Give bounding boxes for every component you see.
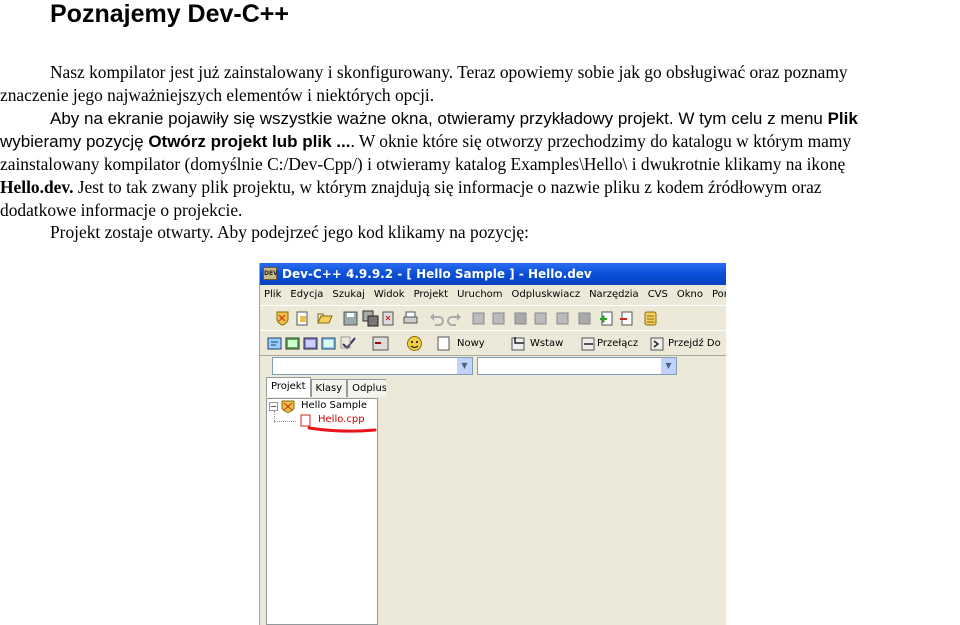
member-combobox[interactable]: ▼ [477,357,677,375]
rebuild-all-icon[interactable] [320,335,337,352]
red-underline-mark [307,426,377,433]
menu-widok[interactable]: Widok [374,285,405,305]
project-tabs: Projekt Klasy Odplus [266,377,393,397]
toolbar-secondary: Nowy Wstaw Przełącz Przejdź Do [260,330,726,356]
run-icon[interactable] [284,335,301,352]
tree-root-label[interactable]: Hello Sample [301,400,367,411]
new-doc-icon[interactable] [435,335,452,352]
editor-area [386,379,726,625]
new-file-icon[interactable] [294,310,311,327]
menu-okno[interactable]: Okno [677,285,703,305]
class-combobox[interactable]: ▼ [272,357,473,375]
paragraph-intro-line: znaczenie jego najważniejszych elementów… [0,85,435,105]
add-to-project-icon[interactable] [598,310,615,327]
paragraph-project-opened: Projekt zostaje otwarty. Aby podejrzeć j… [50,222,529,242]
tree-item-hello-cpp[interactable]: Hello.cpp [318,414,365,425]
compile-run-icon[interactable] [302,335,319,352]
new-button[interactable]: Nowy [457,336,485,352]
paragraph-intro-line: Nasz kompilator jest już zainstalowany i… [50,62,848,82]
paragraph-open-project-line: Hello.dev. Jest to tak zwany plik projek… [0,176,960,199]
menu-odpluskwiacz[interactable]: Odpluskwiacz [512,285,581,305]
tree-line [274,421,296,422]
menu-bar: Plik Edycja Szukaj Widok Projekt Uruchom… [260,285,726,305]
paragraph-open-project-line: zainstalowany kompilator (domyślnie C:/D… [0,154,846,174]
open-project-icon[interactable] [316,310,333,327]
unindent-icon[interactable] [576,310,593,327]
indent-icon[interactable] [554,310,571,327]
save-icon[interactable] [342,310,359,327]
toolbar-main [260,305,726,331]
toggle-bookmark-icon[interactable] [580,335,597,352]
close-file-icon[interactable] [380,310,397,327]
file-name: Hello.dev. [0,177,74,197]
window-title: Dev-C++ 4.9.9.2 - [ Hello Sample ] - Hel… [282,267,592,281]
menu-item-name: Otwórz projekt lub plik ... [148,132,351,151]
menu-cvs[interactable]: CVS [648,285,668,305]
compile-icon[interactable] [266,335,283,352]
project-shield-icon [281,400,295,413]
project-shield-icon[interactable] [274,310,291,327]
menu-name-plik: Plik [827,109,858,128]
print-icon[interactable] [402,310,419,327]
tab-projekt[interactable]: Projekt [266,377,311,397]
text: Aby na ekranie pojawiły się wszystkie wa… [50,109,828,128]
window-title-bar: DEV Dev-C++ 4.9.9.2 - [ Hello Sample ] -… [260,263,726,285]
menu-uruchom[interactable]: Uruchom [457,285,502,305]
devcpp-screenshot: DEV Dev-C++ 4.9.9.2 - [ Hello Sample ] -… [259,263,726,625]
text: . W oknie które się otworzy przechodzimy… [350,131,852,151]
text: Jest to tak zwany plik projektu, w który… [73,177,822,197]
menu-projekt[interactable]: Projekt [414,285,449,305]
debug-icon[interactable] [372,335,389,352]
insert-icon[interactable] [510,335,527,352]
find-icon[interactable] [470,310,487,327]
paragraph-open-project-line: dodatkowe informacje o projekcie. [0,200,243,220]
replace-icon[interactable] [490,310,507,327]
tree-collapse-toggle[interactable]: − [269,402,278,411]
goto-bookmark-icon[interactable] [649,335,666,352]
goto-line-icon[interactable] [532,310,549,327]
menu-narzedzia[interactable]: Narzędzia [589,285,639,305]
menu-edycja[interactable]: Edycja [290,285,323,305]
remove-from-project-icon[interactable] [618,310,635,327]
paragraph-open-project-line: Aby na ekranie pojawiły się wszystkie wa… [0,107,960,130]
find-next-icon[interactable] [512,310,529,327]
project-tree: − Hello Sample Hello.cpp [266,398,378,625]
syntax-check-icon[interactable] [340,335,357,352]
text: wybieramy pozycję [0,132,149,151]
undo-icon[interactable] [428,310,445,327]
page-title: Poznajemy Dev-C++ [50,0,289,28]
about-smiley-icon[interactable] [406,335,423,352]
menu-plik[interactable]: Plik [264,285,281,305]
project-options-icon[interactable] [642,310,659,327]
toggle-button[interactable]: Przełącz [597,336,638,352]
chevron-down-icon[interactable]: ▼ [661,358,676,374]
save-all-icon[interactable] [362,310,379,327]
redo-icon[interactable] [446,310,463,327]
menu-pomoc[interactable]: Pomoc [712,285,726,305]
goto-button[interactable]: Przejdź Do [668,336,721,352]
devcpp-app-icon: DEV [263,267,278,280]
insert-button[interactable]: Wstaw [530,336,563,352]
project-browser-panel: Projekt Klasy Odplus − Hello Sample Hell… [262,377,393,625]
menu-szukaj[interactable]: Szukaj [332,285,364,305]
paragraph-open-project-line: wybieramy pozycję Otwórz projekt lub pli… [0,130,960,153]
chevron-down-icon[interactable]: ▼ [457,358,472,374]
tab-klasy[interactable]: Klasy [310,379,348,397]
